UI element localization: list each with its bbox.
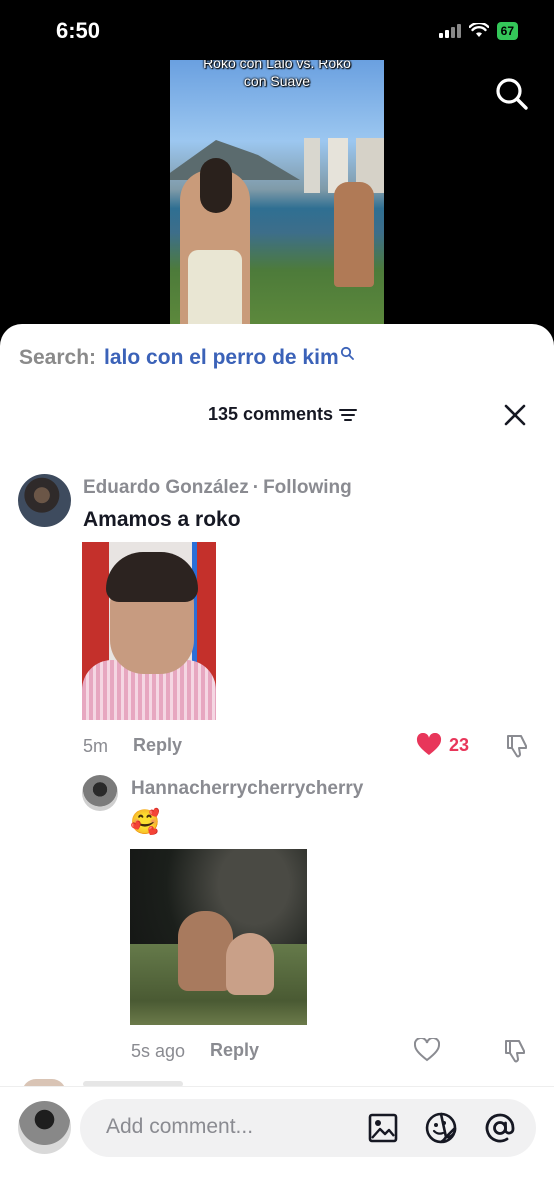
image-icon[interactable] — [366, 1111, 400, 1145]
video-player[interactable]: Roko con Lalo vs. Roko con Suave — [170, 60, 384, 330]
battery-indicator: 67 — [496, 22, 518, 40]
video-caption: Roko con Lalo vs. Roko con Suave — [170, 60, 384, 90]
status-time: 6:50 — [56, 18, 101, 43]
thumbs-down-icon[interactable] — [504, 733, 530, 759]
at-sign-icon[interactable] — [483, 1111, 517, 1145]
comment-text: Amamos a roko — [83, 508, 241, 531]
like-count: 23 — [449, 735, 470, 755]
reply-button[interactable]: Reply — [210, 1040, 259, 1061]
comment-actions: 5m Reply 23 — [83, 733, 533, 759]
comment-text: 🥰 — [130, 809, 160, 836]
close-icon[interactable] — [502, 402, 528, 428]
cellular-signal-icon — [438, 24, 461, 38]
comments-sheet: Search: lalo con el perro de kim 135 com… — [0, 324, 554, 1199]
video-scenery — [170, 140, 300, 180]
video-caption-line: Roko con Lalo vs. Roko — [203, 60, 351, 71]
video-caption-line: con Suave — [243, 73, 311, 89]
avatar[interactable] — [82, 775, 118, 811]
search-suggestion[interactable]: Search: lalo con el perro de kim — [19, 346, 354, 370]
comment-time: 5s ago — [131, 1041, 186, 1061]
status-icons: 67 — [438, 22, 518, 40]
heart-icon[interactable] — [416, 733, 442, 757]
search-icon — [340, 346, 354, 360]
search-prefix: Search: — [19, 346, 97, 369]
comment-time: 5m — [83, 736, 109, 756]
following-label: Following — [263, 477, 352, 498]
thumbs-down-icon[interactable] — [502, 1038, 528, 1064]
sticker-icon[interactable] — [424, 1111, 458, 1145]
comment-author[interactable]: Hannacherrycherrycherry — [131, 778, 363, 800]
status-bar: 6:50 67 — [0, 0, 554, 60]
filter-icon[interactable] — [339, 408, 358, 422]
search-icon[interactable] — [494, 76, 530, 112]
avatar[interactable] — [18, 474, 71, 527]
heart-icon[interactable] — [414, 1038, 440, 1062]
comments-header: 135 comments — [0, 402, 554, 432]
comment-image[interactable] — [130, 849, 307, 1025]
comment-image[interactable] — [82, 542, 216, 720]
comment-meta: Eduardo González · Following — [83, 477, 352, 498]
video-person — [334, 182, 374, 287]
reply-button[interactable]: Reply — [133, 735, 182, 756]
comment-author[interactable]: Eduardo González — [83, 477, 249, 498]
comment-placeholder: Add comment... — [106, 1115, 254, 1138]
comment-count-label: 135 comments — [208, 404, 334, 424]
video-person — [180, 158, 250, 330]
wifi-icon — [468, 23, 489, 37]
comment-input[interactable]: Add comment... — [80, 1099, 536, 1157]
comment-count[interactable]: 135 comments — [208, 404, 358, 425]
avatar — [18, 1101, 71, 1154]
comment-composer: Add comment... — [0, 1086, 554, 1199]
search-query[interactable]: lalo con el perro de kim — [104, 346, 339, 370]
comment-actions: 5s ago Reply — [131, 1038, 533, 1064]
